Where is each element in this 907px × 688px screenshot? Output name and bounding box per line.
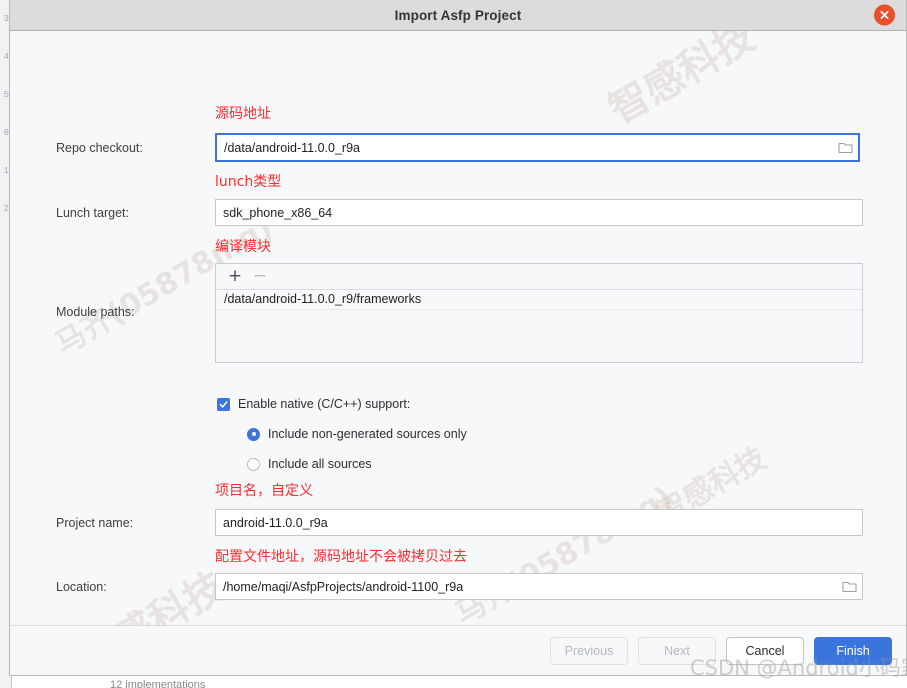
- location-label: Location:: [56, 580, 107, 594]
- repo-checkout-input[interactable]: /data/android-11.0.0_r9a: [215, 133, 860, 162]
- annotation-project-name: 项目名，自定义: [215, 483, 313, 499]
- radio-include-non-generated-label: Include non-generated sources only: [268, 427, 467, 441]
- radio-selected-icon: [247, 427, 260, 441]
- remove-module-path-icon[interactable]: −: [249, 266, 271, 288]
- radio-include-all-sources-label: Include all sources: [268, 457, 372, 471]
- repo-checkout-label: Repo checkout:: [56, 141, 143, 155]
- dialog-footer: Previous Next Cancel Finish: [10, 625, 906, 675]
- list-item[interactable]: /data/android-11.0.0_r9/frameworks: [216, 290, 862, 310]
- module-paths-label: Module paths:: [56, 305, 135, 319]
- close-icon[interactable]: [874, 4, 895, 26]
- dialog-title: Import Asfp Project: [394, 7, 522, 23]
- checkmark-icon: [217, 397, 230, 411]
- next-button[interactable]: Next: [638, 636, 716, 665]
- annotation-location: 配置文件地址，源码地址不会被拷贝过去: [215, 549, 467, 565]
- watermark-tile: 马齐(05878mq): [449, 479, 679, 625]
- enable-native-support-label: Enable native (C/C++) support:: [238, 397, 411, 411]
- location-value: /home/maqi/AsfpProjects/android-1100_r9a: [223, 579, 464, 594]
- cancel-button[interactable]: Cancel: [726, 636, 804, 665]
- dialog-titlebar: Import Asfp Project: [10, 0, 906, 31]
- annotation-lunch-target: lunch类型: [215, 174, 282, 190]
- editor-status-text: 12 implementations: [110, 679, 206, 688]
- annotation-module-paths: 编译模块: [215, 239, 271, 255]
- repo-checkout-value: /data/android-11.0.0_r9a: [224, 140, 360, 155]
- project-name-label: Project name:: [56, 516, 134, 530]
- screen: 3 4 5 6 1 2 12 implementations Import As…: [0, 0, 907, 688]
- module-paths-toolbar: + −: [216, 264, 862, 290]
- add-module-path-icon[interactable]: +: [224, 266, 246, 288]
- dialog-body: 智感科技 马齐(05878mq) 马齐(05878mq) 智感科技 智感科技 源…: [10, 31, 906, 625]
- lunch-target-value: sdk_phone_x86_64: [223, 205, 333, 220]
- enable-native-support-checkbox[interactable]: Enable native (C/C++) support:: [217, 397, 410, 411]
- radio-include-all-sources[interactable]: Include all sources: [247, 457, 372, 471]
- module-paths-list[interactable]: + − /data/android-11.0.0_r9/frameworks: [215, 263, 863, 363]
- radio-include-non-generated[interactable]: Include non-generated sources only: [247, 427, 467, 441]
- lunch-target-label: Lunch target:: [56, 206, 129, 220]
- annotation-repo-checkout: 源码地址: [215, 106, 271, 122]
- radio-unselected-icon: [247, 457, 260, 471]
- import-asfp-project-dialog: Import Asfp Project 智感科技 马齐(05878mq) 马齐(…: [9, 0, 907, 676]
- module-paths-items: /data/android-11.0.0_r9/frameworks: [216, 290, 862, 362]
- project-name-value: android-11.0.0_r9a: [223, 515, 328, 530]
- previous-button[interactable]: Previous: [550, 636, 628, 665]
- finish-button[interactable]: Finish: [814, 636, 892, 665]
- folder-icon[interactable]: [836, 580, 862, 593]
- location-input[interactable]: /home/maqi/AsfpProjects/android-1100_r9a: [215, 573, 863, 600]
- watermark-tile: 智感科技: [601, 31, 763, 134]
- folder-icon[interactable]: [832, 141, 858, 154]
- lunch-target-input[interactable]: sdk_phone_x86_64: [215, 199, 863, 226]
- project-name-input[interactable]: android-11.0.0_r9a: [215, 509, 863, 536]
